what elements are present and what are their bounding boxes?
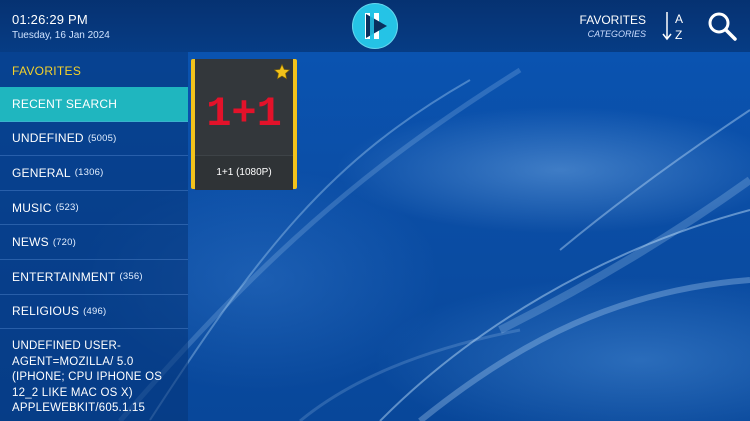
category-count: (356) bbox=[119, 271, 143, 283]
category-item-recent-search[interactable]: RECENT SEARCH bbox=[0, 87, 188, 122]
category-label: MUSIC bbox=[12, 200, 52, 215]
category-count: (720) bbox=[52, 236, 76, 248]
section-subtitle: CATEGORIES bbox=[587, 29, 646, 39]
channel-logo-text: 1+1 bbox=[206, 90, 282, 138]
category-item-religious[interactable]: RELIGIOUS (496) bbox=[0, 295, 188, 330]
star-icon[interactable] bbox=[273, 63, 291, 81]
section-title: FAVORITES bbox=[579, 13, 646, 27]
channel-name: 1+1 (1080P) bbox=[195, 155, 293, 190]
svg-text:A: A bbox=[675, 12, 683, 26]
sort-az-button[interactable]: A Z bbox=[660, 9, 692, 43]
category-count: (5005) bbox=[87, 132, 117, 144]
search-icon bbox=[708, 12, 737, 41]
category-item-undefined-user-agent[interactable]: UNDEFINED USER-AGENT=MOZILLA/ 5.0 (IPHON… bbox=[0, 329, 188, 417]
category-count: (1306) bbox=[74, 167, 104, 179]
category-count: (523) bbox=[55, 202, 79, 214]
category-item-entertainment[interactable]: ENTERTAINMENT (356) bbox=[0, 260, 188, 295]
category-count: (496) bbox=[83, 305, 107, 317]
category-label: RELIGIOUS bbox=[12, 304, 80, 319]
category-list: RECENT SEARCH UNDEFINED (5005) GENERAL (… bbox=[0, 87, 188, 417]
category-label: UNDEFINED USER-AGENT=MOZILLA/ 5.0 (IPHON… bbox=[12, 340, 163, 415]
category-label: GENERAL bbox=[12, 165, 71, 180]
category-item-general[interactable]: GENERAL (1306) bbox=[0, 156, 188, 191]
category-sidebar: FAVORITES RECENT SEARCH UNDEFINED (5005)… bbox=[0, 52, 188, 421]
channel-card[interactable]: 1+1 1+1 (1080P) bbox=[191, 59, 297, 190]
category-item-music[interactable]: MUSIC (523) bbox=[0, 191, 188, 226]
category-label: RECENT SEARCH bbox=[12, 96, 118, 111]
category-item-news[interactable]: NEWS (720) bbox=[0, 225, 188, 260]
channel-logo: 1+1 bbox=[195, 59, 293, 155]
category-label: NEWS bbox=[12, 235, 49, 250]
clock-date: Tuesday, 16 Jan 2024 bbox=[12, 30, 110, 41]
play-logo-icon[interactable] bbox=[352, 3, 398, 49]
category-label: ENTERTAINMENT bbox=[12, 269, 116, 284]
svg-text:Z: Z bbox=[675, 28, 682, 42]
search-button[interactable] bbox=[706, 10, 738, 42]
category-label: UNDEFINED bbox=[12, 131, 84, 146]
top-bar: 01:26:29 PM Tuesday, 16 Jan 2024 FAVORIT… bbox=[0, 0, 750, 52]
sort-az-icon: A Z bbox=[662, 12, 683, 42]
clock-time: 01:26:29 PM bbox=[12, 12, 88, 27]
category-item-undefined[interactable]: UNDEFINED (5005) bbox=[0, 122, 188, 157]
sidebar-heading[interactable]: FAVORITES bbox=[12, 64, 81, 78]
